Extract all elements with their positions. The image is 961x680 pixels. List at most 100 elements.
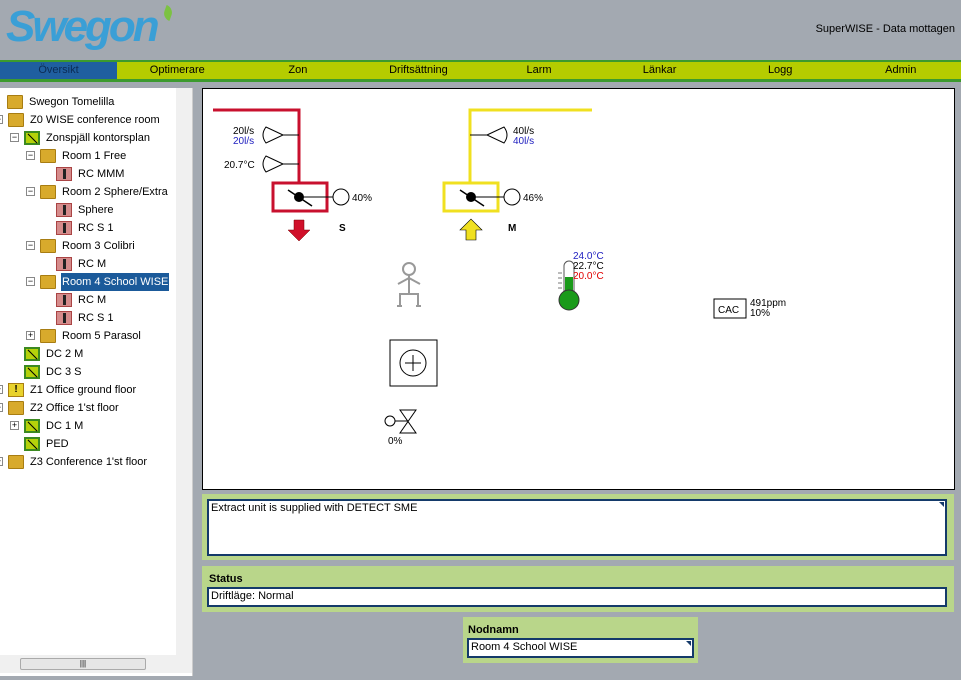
collapse-icon[interactable]: − bbox=[26, 187, 35, 196]
tree-item-label: Zonspjäll kontorsplan bbox=[46, 132, 150, 144]
extract-damper-actuator-icon bbox=[332, 188, 350, 206]
tree-item[interactable]: DC 2 M bbox=[0, 345, 176, 363]
tree-item[interactable]: RC MMM bbox=[0, 165, 176, 183]
tree-item-label: Z2 Office 1'st floor bbox=[30, 402, 119, 414]
tree-item[interactable]: +! Z1 Office ground floor bbox=[0, 381, 176, 399]
status-label: Status bbox=[209, 573, 243, 585]
thermometer-icon bbox=[56, 311, 72, 325]
tree-item-label: Room 4 School WISE bbox=[61, 273, 170, 291]
valve-pct: 0% bbox=[388, 436, 403, 447]
thermometer-icon bbox=[56, 203, 72, 217]
tree-item-label: DC 1 M bbox=[46, 420, 84, 432]
damper-icon bbox=[24, 419, 40, 433]
tree-item-label: Z3 Conference 1'st floor bbox=[30, 456, 148, 468]
tree-item-label: Room 3 Colibri bbox=[62, 240, 135, 252]
tree-item-label: Z1 Office ground floor bbox=[30, 384, 137, 396]
tree-item-label: RC M bbox=[78, 258, 107, 270]
extract-diffuser-icon bbox=[262, 126, 285, 144]
extract-temp-sensor-icon bbox=[262, 155, 285, 173]
folder-icon bbox=[8, 113, 24, 127]
collapse-icon[interactable]: − bbox=[26, 241, 35, 250]
tree-item-label: Room 5 Parasol bbox=[62, 330, 141, 342]
status-panel: Status Driftläge: Normal bbox=[202, 566, 954, 612]
expand-icon[interactable]: + bbox=[0, 457, 3, 466]
tree-item[interactable]: DC 3 S bbox=[0, 363, 176, 381]
node-tree: Swegon Tomelilla − Z0 WISE conference room… bbox=[0, 88, 193, 676]
folder-icon bbox=[40, 275, 56, 289]
nav-tab-7[interactable]: Admin bbox=[840, 62, 961, 79]
tree-item-label: RC MMM bbox=[78, 168, 125, 180]
main-nav: Översikt Optimerare Zon Driftsättning Larm Lä… bbox=[0, 60, 961, 82]
tree-item[interactable]: + Room 5 Parasol bbox=[0, 327, 176, 345]
extract-flow-setpoint: 20l/s bbox=[233, 136, 254, 147]
logo-leaf-icon bbox=[161, 5, 175, 21]
tree-item[interactable]: PED bbox=[0, 435, 176, 453]
supply-diffuser-icon bbox=[485, 126, 508, 144]
folder-icon bbox=[40, 239, 56, 253]
expand-icon[interactable]: + bbox=[0, 385, 3, 394]
tree-item[interactable]: − Z2 Office 1'st floor bbox=[0, 399, 176, 417]
tree-item-label: Room 2 Sphere/Extra bbox=[62, 186, 168, 198]
collapse-icon[interactable]: − bbox=[26, 277, 35, 286]
info-panel: Extract unit is supplied with DETECT SME bbox=[202, 494, 954, 560]
tree-item-label: Room 1 Free bbox=[62, 150, 127, 162]
heater-icon bbox=[389, 339, 438, 387]
expand-icon[interactable]: + bbox=[10, 421, 19, 430]
tree-item[interactable]: − Room 1 Free bbox=[0, 147, 176, 165]
tree-item[interactable]: RC S 1 bbox=[0, 309, 176, 327]
unit-diagram: 20l/s 20l/s 20.7°C 40% S 40l/s 40l/s 46%… bbox=[202, 88, 955, 490]
collapse-icon[interactable]: − bbox=[0, 403, 3, 412]
tree-item[interactable]: Sphere bbox=[0, 201, 176, 219]
damper-icon bbox=[24, 437, 40, 451]
tree-item-label: RC S 1 bbox=[78, 312, 114, 324]
tree-item-label: PED bbox=[46, 438, 69, 450]
collapse-icon[interactable]: − bbox=[10, 133, 19, 142]
collapse-icon[interactable]: − bbox=[0, 115, 3, 124]
nav-tab-1[interactable]: Optimerare bbox=[117, 62, 238, 79]
tree-item-label: Z0 WISE conference room bbox=[30, 114, 160, 126]
nav-tab-6[interactable]: Logg bbox=[720, 62, 841, 79]
nodename-label: Nodnamn bbox=[468, 624, 519, 636]
folder-icon bbox=[8, 401, 24, 415]
nav-tab-5[interactable]: Länkar bbox=[599, 62, 720, 79]
swegon-logo: Swegon bbox=[6, 2, 160, 51]
tree-item[interactable]: Swegon Tomelilla bbox=[0, 93, 176, 111]
tree-item[interactable]: − Z0 WISE conference room bbox=[0, 111, 176, 129]
valve-icon bbox=[384, 409, 417, 434]
folder-icon bbox=[40, 149, 56, 163]
tree-item[interactable]: − Room 2 Sphere/Extra bbox=[0, 183, 176, 201]
tree-item[interactable]: RC M bbox=[0, 291, 176, 309]
nav-tab-2[interactable]: Zon bbox=[238, 62, 359, 79]
occupancy-person-icon bbox=[397, 262, 421, 307]
extract-label: S bbox=[339, 223, 346, 234]
info-textarea[interactable]: Extract unit is supplied with DETECT SME bbox=[207, 499, 947, 556]
tree-item[interactable]: + DC 1 M bbox=[0, 417, 176, 435]
nodename-value: Room 4 School WISE bbox=[471, 641, 578, 653]
damper-icon bbox=[24, 131, 40, 145]
nav-tab-0[interactable]: Översikt bbox=[0, 62, 117, 79]
tree-item[interactable]: + Z3 Conference 1'st floor bbox=[0, 453, 176, 471]
nav-tab-3[interactable]: Driftsättning bbox=[358, 62, 479, 79]
supply-damper-pct: 46% bbox=[523, 193, 543, 204]
tree-vertical-scrollbar[interactable] bbox=[176, 88, 192, 655]
info-text: Extract unit is supplied with DETECT SME bbox=[211, 502, 418, 514]
extract-arrow-down-icon bbox=[287, 219, 311, 242]
tree-item-label: Sphere bbox=[78, 204, 114, 216]
tree-item[interactable]: − Zonspjäll kontorsplan bbox=[0, 129, 176, 147]
tree-item-label: Swegon Tomelilla bbox=[29, 96, 115, 108]
temp-setpoint-low: 20.0°C bbox=[573, 271, 604, 282]
damper-icon bbox=[24, 347, 40, 361]
status-field[interactable]: Driftläge: Normal bbox=[207, 587, 947, 607]
thermometer-icon bbox=[56, 257, 72, 271]
collapse-icon[interactable]: − bbox=[26, 151, 35, 160]
tree-item[interactable]: − Room 3 Colibri bbox=[0, 237, 176, 255]
co2-pct: 10% bbox=[750, 308, 770, 319]
scrollbar-thumb[interactable]: ||| bbox=[20, 658, 146, 670]
tree-item[interactable]: RC M bbox=[0, 255, 176, 273]
tree-item-label: DC 2 M bbox=[46, 348, 84, 360]
nodename-field[interactable]: Room 4 School WISE bbox=[467, 638, 694, 658]
tree-item[interactable]: RC S 1 bbox=[0, 219, 176, 237]
expand-icon[interactable]: + bbox=[26, 331, 35, 340]
tree-item[interactable]: − Room 4 School WISE bbox=[0, 273, 176, 291]
nav-tab-4[interactable]: Larm bbox=[479, 62, 600, 79]
